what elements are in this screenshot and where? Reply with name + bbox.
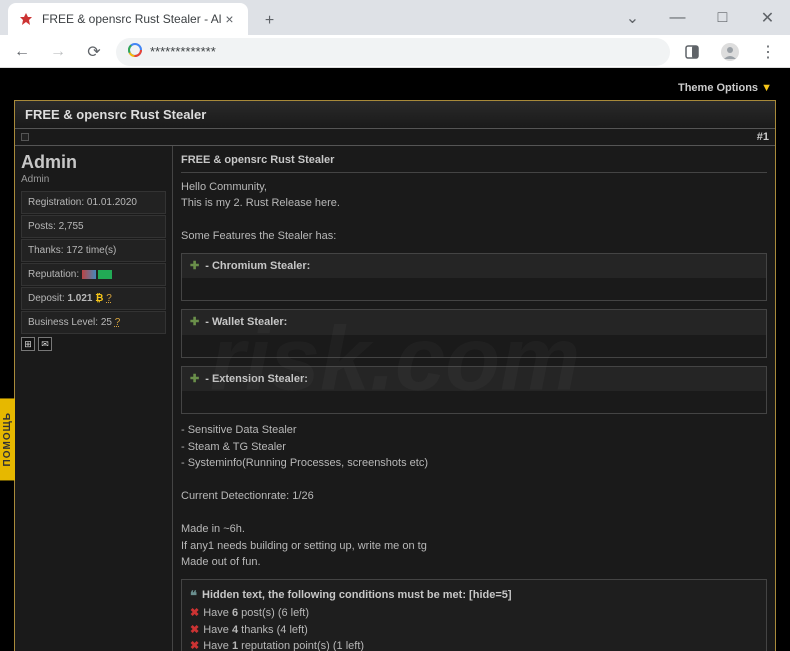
post-text: Hello Community, This is my 2. Rust Rele… — [181, 179, 767, 245]
spoiler-extension[interactable]: ✚- Extension Stealer: — [181, 366, 767, 415]
search-engine-icon — [128, 43, 142, 60]
address-bar: ← → ⟳ ************* ⋮ — [0, 35, 790, 68]
thread-title: FREE & opensrc Rust Stealer — [15, 101, 775, 129]
bizlevel-help-link[interactable]: ? — [115, 317, 121, 328]
expand-icon: ✚ — [190, 371, 199, 388]
user-stat-thanks: Thanks: 172 time(s) — [21, 239, 166, 262]
post-content: FREE & opensrc Rust Stealer Hello Commun… — [173, 146, 775, 651]
page-viewport[interactable]: risk.com ПОМОЩЬ Theme Options ▼ FREE & o… — [0, 68, 790, 651]
help-side-tab[interactable]: ПОМОЩЬ — [0, 398, 15, 480]
user-stat-registration: Registration: 01.01.2020 — [21, 191, 166, 214]
browser-tab[interactable]: FREE & opensrc Rust Stealer - Al × — [8, 3, 248, 35]
username[interactable]: Admin — [21, 152, 166, 173]
post-text: - Sensitive Data Stealer - Steam & TG St… — [181, 422, 767, 571]
x-icon: ✖ — [190, 607, 199, 619]
thread-container: FREE & opensrc Rust Stealer #1 Admin Adm… — [14, 100, 776, 651]
profile-icon[interactable] — [716, 38, 744, 66]
window-maximize-icon[interactable]: □ — [700, 0, 745, 35]
url-input[interactable]: ************* — [116, 38, 670, 66]
post-title: FREE & opensrc Rust Stealer — [181, 152, 767, 173]
window-dropdown-icon[interactable]: ⌄ — [610, 0, 655, 35]
user-title: Admin — [21, 174, 166, 185]
menu-icon[interactable]: ⋮ — [754, 38, 782, 66]
spoiler-chromium[interactable]: ✚- Chromium Stealer: — [181, 253, 767, 302]
spoiler-wallet[interactable]: ✚- Wallet Stealer: — [181, 309, 767, 358]
deposit-help-link[interactable]: ? — [106, 293, 112, 304]
x-icon: ✖ — [190, 624, 199, 636]
user-sidebar: Admin Admin Registration: 01.01.2020 Pos… — [15, 146, 173, 651]
mail-icon[interactable]: ✉ — [38, 337, 52, 351]
nav-forward-button[interactable]: → — [44, 38, 72, 66]
quote-icon: ❝ — [190, 586, 197, 606]
x-icon: ✖ — [190, 640, 199, 651]
bitcoin-icon: ₿ — [95, 293, 103, 304]
window-minimize-icon[interactable]: — — [655, 0, 700, 35]
browser-chrome: FREE & opensrc Rust Stealer - Al × + ⌄ —… — [0, 0, 790, 68]
expand-icon: ✚ — [190, 258, 199, 275]
nav-back-button[interactable]: ← — [8, 38, 36, 66]
theme-options-button[interactable]: Theme Options ▼ — [14, 78, 776, 100]
user-stat-deposit: Deposit: 1.021 ₿ ? — [21, 287, 166, 310]
user-stat-business-level: Business Level: 25 ? — [21, 311, 166, 334]
nav-reload-button[interactable]: ⟳ — [80, 38, 108, 66]
grid-icon[interactable]: ⊞ — [21, 337, 35, 351]
hidden-content-box: ❝Hidden text, the following conditions m… — [181, 579, 767, 651]
window-close-icon[interactable]: ✕ — [745, 0, 790, 35]
user-stat-posts: Posts: 2,755 — [21, 215, 166, 238]
tab-close-icon[interactable]: × — [221, 11, 237, 27]
reader-icon[interactable] — [678, 38, 706, 66]
user-stat-reputation: Reputation: — [21, 263, 166, 286]
new-tab-button[interactable]: + — [256, 7, 284, 35]
post-header-bar: #1 — [15, 129, 775, 146]
favicon — [18, 11, 34, 27]
chevron-down-icon: ▼ — [761, 82, 772, 94]
expand-icon: ✚ — [190, 314, 199, 331]
post-number[interactable]: #1 — [757, 131, 769, 143]
post-marker-icon — [21, 133, 29, 141]
tab-bar: FREE & opensrc Rust Stealer - Al × + ⌄ —… — [0, 0, 790, 35]
url-text: ************* — [150, 44, 216, 59]
tab-title: FREE & opensrc Rust Stealer - Al — [42, 12, 221, 26]
